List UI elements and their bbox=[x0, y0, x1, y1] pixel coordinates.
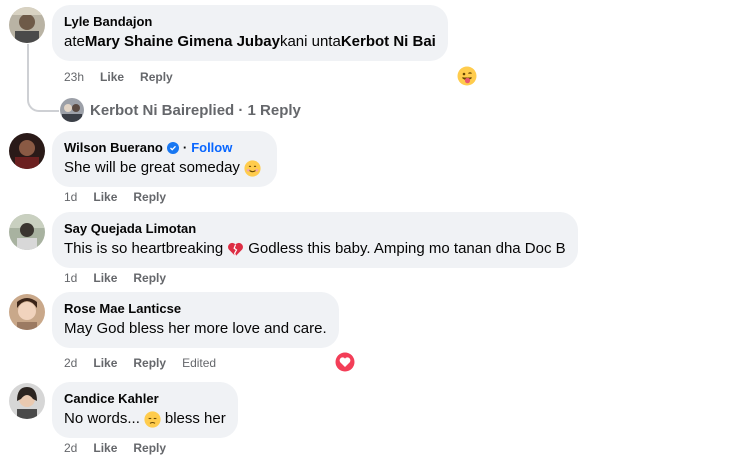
verified-badge-icon bbox=[166, 141, 179, 154]
avatar[interactable] bbox=[9, 294, 45, 330]
comment-text: ate Mary Shaine Gimena Jubay kani unta K… bbox=[64, 32, 436, 52]
comment-bubble: Rose Mae Lanticse May God bless her more… bbox=[52, 292, 339, 348]
comment-meta: 1d Like Reply bbox=[64, 190, 166, 204]
timestamp[interactable]: 2d bbox=[64, 356, 77, 370]
comment-author: Wilson Buerano · Follow bbox=[64, 139, 265, 156]
reply-connector bbox=[27, 80, 59, 112]
like-button[interactable]: Like bbox=[93, 190, 117, 204]
separator-dot: · bbox=[182, 140, 188, 155]
reply-button[interactable]: Reply bbox=[133, 271, 166, 285]
smile-emoji-icon bbox=[244, 159, 261, 177]
like-button[interactable]: Like bbox=[100, 70, 124, 84]
mention-link[interactable]: Mary Shaine Gimena Jubay bbox=[85, 32, 280, 52]
love-reaction-icon[interactable] bbox=[335, 352, 355, 372]
sad-emoji-icon bbox=[144, 410, 161, 428]
comment-author[interactable]: Rose Mae Lanticse bbox=[64, 300, 327, 317]
comment-text: This is so heartbreaking Godless this ba… bbox=[64, 240, 566, 258]
broken-heart-emoji-icon bbox=[227, 241, 244, 258]
author-name[interactable]: Wilson Buerano bbox=[64, 139, 163, 156]
reply-button[interactable]: Reply bbox=[133, 441, 166, 455]
edited-label: Edited bbox=[182, 356, 217, 370]
comment-text: May God bless her more love and care. bbox=[64, 320, 327, 337]
follow-button[interactable]: Follow bbox=[191, 139, 232, 156]
comment-bubble: Say Quejada Limotan This is so heartbrea… bbox=[52, 212, 578, 268]
comment-author[interactable]: Candice Kahler bbox=[64, 390, 226, 407]
timestamp[interactable]: 1d bbox=[64, 271, 77, 285]
timestamp[interactable]: 1d bbox=[64, 190, 77, 204]
comment-bubble: Wilson Buerano · Follow She will be grea… bbox=[52, 131, 277, 187]
comment-meta: 23h Like Reply bbox=[64, 70, 173, 84]
reply-button[interactable]: Reply bbox=[140, 70, 173, 84]
comment-bubble: Lyle Bandajon ate Mary Shaine Gimena Jub… bbox=[52, 5, 448, 61]
comment-bubble: Candice Kahler No words... bless her bbox=[52, 382, 238, 438]
mention-link[interactable]: Kerbot Ni Bai bbox=[341, 32, 436, 52]
comment-author[interactable]: Lyle Bandajon bbox=[64, 13, 436, 30]
avatar[interactable] bbox=[9, 7, 45, 43]
comment-author[interactable]: Say Quejada Limotan bbox=[64, 220, 566, 237]
like-button[interactable]: Like bbox=[93, 271, 117, 285]
comment-meta: 2d Like Reply Edited bbox=[64, 356, 216, 370]
timestamp[interactable]: 23h bbox=[64, 70, 84, 84]
avatar[interactable] bbox=[9, 133, 45, 169]
comment-meta: 1d Like Reply bbox=[64, 271, 166, 285]
view-replies-link[interactable]: Kerbot Ni Bai replied · 1 Reply bbox=[60, 98, 301, 122]
like-button[interactable]: Like bbox=[93, 441, 117, 455]
replier-name: Kerbot Ni Bai bbox=[90, 101, 186, 119]
comment-text: She will be great someday bbox=[64, 158, 265, 178]
reply-button[interactable]: Reply bbox=[133, 356, 166, 370]
reply-button[interactable]: Reply bbox=[133, 190, 166, 204]
tongue-wink-emoji-icon[interactable] bbox=[457, 66, 477, 86]
avatar[interactable] bbox=[9, 214, 45, 250]
avatar[interactable] bbox=[9, 383, 45, 419]
like-button[interactable]: Like bbox=[93, 356, 117, 370]
comment-meta: 2d Like Reply bbox=[64, 441, 166, 455]
avatar bbox=[60, 98, 84, 122]
replies-count: replied · 1 Reply bbox=[185, 101, 301, 119]
timestamp[interactable]: 2d bbox=[64, 441, 77, 455]
comment-text: No words... bless her bbox=[64, 410, 226, 428]
